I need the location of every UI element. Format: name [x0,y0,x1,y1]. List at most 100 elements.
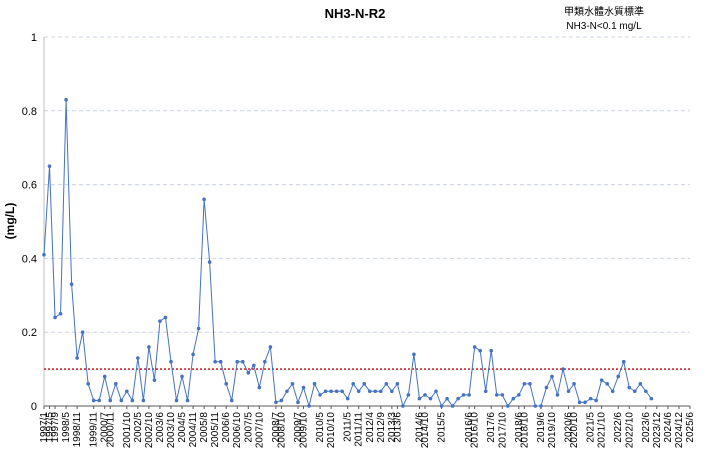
data-point [97,398,102,403]
data-point [434,389,438,394]
data-point [202,197,206,202]
data-point [285,389,289,394]
series-line [43,99,652,408]
chart-title: NH3-N-R2 [325,6,386,21]
x-tick-label: 2005/11 [210,412,221,448]
data-point [522,382,527,386]
x-tick-label: 2010/10 [326,412,337,449]
data-point [290,382,295,386]
x-tick-label: 2007/5 [243,412,254,443]
data-point [119,398,124,403]
data-point [456,396,460,401]
data-point [450,404,455,408]
data-point [207,260,212,264]
x-tick-label: 2021/5 [586,412,597,443]
data-point [511,396,516,401]
data-point [555,393,560,397]
data-point [528,382,532,386]
x-tick-label: 2016/10 [470,412,481,449]
x-tick-label: 2022/10 [624,412,635,449]
y-tick-label: 0.8 [22,106,37,118]
data-point [312,382,317,386]
data-point [252,363,256,368]
x-tick-label: 2007/10 [254,412,265,449]
data-point [69,282,74,287]
x-tick-label: 2013/6 [392,412,403,443]
data-point [599,378,604,382]
data-point [263,359,267,364]
x-tick-label: 2020/10 [569,412,580,449]
x-tick-label: 2023/6 [641,412,652,443]
data-point [102,374,107,379]
axes [43,37,690,407]
data-point [235,359,240,364]
data-point [379,389,383,394]
data-point [307,404,311,408]
x-tick-label: 1997/9 [50,412,61,443]
data-point [229,398,234,403]
data-point [91,398,96,403]
data-point [240,359,245,364]
x-tick-label: 2004/11 [188,412,199,448]
x-tick-label: 2023/12 [652,412,663,449]
x-tick-label: 2011/11 [354,412,365,447]
data-point [539,404,543,408]
data-point [373,389,378,394]
chart-container: NH3-N-R2 甲類水體水質標準 NH3-N<0.1 mg/L (mg/L) … [0,0,710,462]
data-point [610,389,615,394]
x-tick-label: 2019/6 [536,412,547,443]
x-tick-label: 2002/5 [133,412,144,443]
data-point [108,398,113,403]
data-point [301,385,306,390]
data-point [533,404,538,408]
data-point [395,382,400,386]
data-point [274,400,278,405]
data-point [356,389,361,394]
data-point [180,374,184,379]
data-point [196,326,201,331]
data-point [616,374,621,379]
x-tick-label: 2024/6 [663,412,674,443]
x-tick-label: 2024/12 [674,412,685,449]
x-tick-label: 2015/5 [437,412,448,443]
data-point [384,382,389,386]
data-point [268,345,273,349]
data-point [113,382,118,386]
data-point [439,404,444,408]
y-tick-label: 0.6 [22,180,37,192]
data-point [428,396,433,401]
x-tick-label: 2003/10 [166,412,177,449]
x-tick-label: 2008/10 [276,412,287,449]
data-point [577,400,582,405]
data-point [588,396,593,401]
data-point [561,367,565,371]
x-tick-label: 2011/5 [343,412,354,442]
series-nh3n [42,97,654,408]
data-point [401,404,405,408]
x-tick-label: 2004/5 [177,412,188,443]
x-tick-label: 2005/8 [199,412,210,443]
x-tick-label: 2002/10 [144,412,155,449]
y-axis-ticks: 0 0.2 0.4 0.6 0.8 1 [22,32,37,413]
data-point [483,389,488,394]
data-point [163,315,168,320]
data-point [323,389,328,394]
data-point [224,382,229,386]
data-point [478,348,482,353]
data-point [406,393,411,397]
data-point [638,382,643,386]
data-point [329,389,333,394]
data-point [218,359,223,364]
x-tick-label: 1998/5 [61,412,72,443]
x-tick-label: 2017/6 [486,412,497,443]
data-point [169,359,173,364]
x-tick-label: 2019/10 [547,412,558,449]
standard-label: 甲類水體水質標準 [564,5,644,18]
data-point [136,356,140,360]
data-point [75,356,79,360]
data-point [517,393,521,397]
data-point [461,393,466,397]
x-tick-label: 2009/10 [299,412,310,449]
data-point [572,382,576,386]
x-tick-label: 2012/4 [365,412,376,443]
